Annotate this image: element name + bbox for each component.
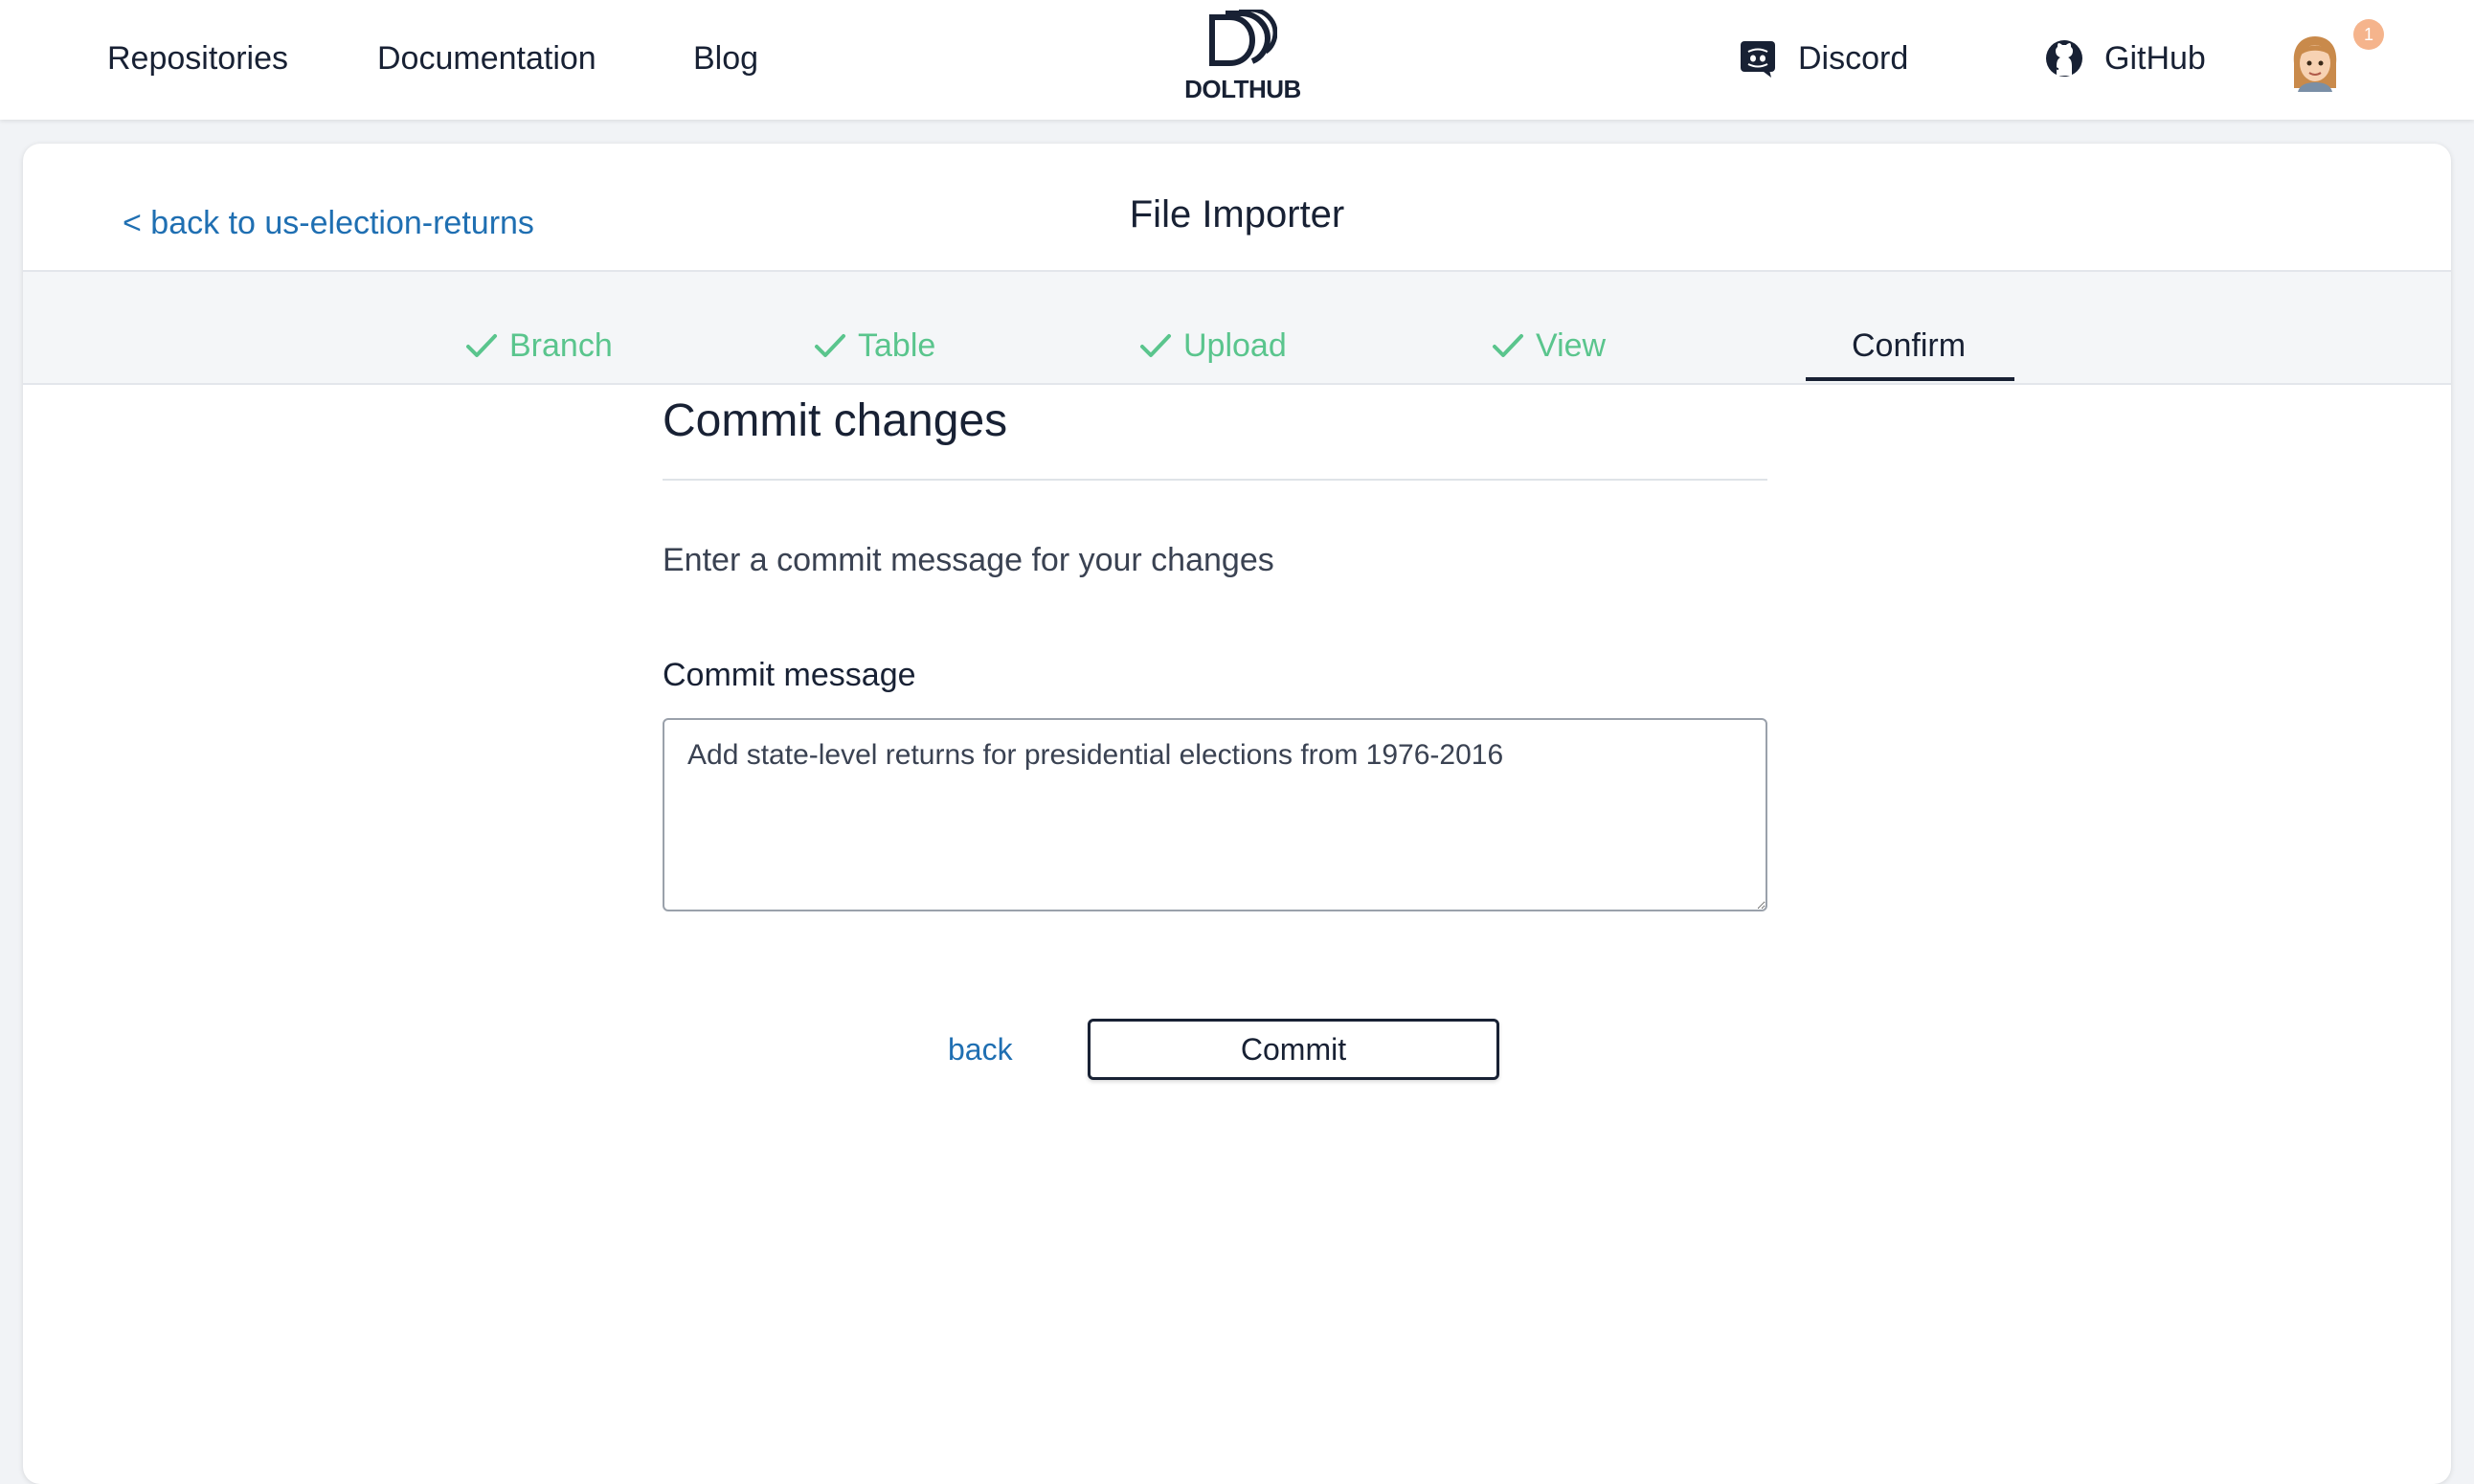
- avatar-icon: [2293, 36, 2337, 92]
- github-link[interactable]: GitHub: [2045, 36, 2206, 80]
- dolthub-logo-text: DOLTHUB: [1184, 75, 1301, 103]
- nav-blog-link[interactable]: Blog: [693, 36, 758, 80]
- commit-message-label: Commit message: [663, 657, 916, 693]
- user-avatar[interactable]: [2288, 34, 2342, 92]
- nav-documentation-link[interactable]: Documentation: [377, 36, 596, 80]
- active-step-underline: [1806, 377, 2014, 381]
- check-icon: [1140, 334, 1171, 357]
- step-confirm-label: Confirm: [1852, 326, 1967, 364]
- check-icon: [466, 334, 497, 357]
- commit-section-title: Commit changes: [663, 395, 1008, 446]
- card-header: < back to us-election-returns File Impor…: [23, 144, 2451, 272]
- back-button[interactable]: back: [948, 1032, 1013, 1068]
- check-icon: [815, 334, 845, 357]
- step-branch[interactable]: Branch: [465, 324, 613, 368]
- step-branch-label: Branch: [509, 326, 613, 364]
- step-table-label: Table: [858, 326, 936, 364]
- page-title: File Importer: [1129, 193, 1345, 236]
- github-label: GitHub: [2104, 39, 2206, 77]
- discord-icon: [1741, 41, 1775, 78]
- discord-link[interactable]: Discord: [1739, 36, 1908, 80]
- github-icon: [2046, 40, 2082, 77]
- step-confirm[interactable]: Confirm: [1852, 324, 1966, 368]
- section-divider: [663, 479, 1767, 481]
- dolthub-logo[interactable]: DOLTHUB: [1176, 10, 1310, 105]
- commit-description: Enter a commit message for your changes: [663, 542, 1274, 578]
- step-view[interactable]: View: [1492, 324, 1606, 368]
- steps-bar: Branch Table Upload View Confirm: [23, 272, 2451, 385]
- check-icon: [1493, 334, 1523, 357]
- step-upload-label: Upload: [1183, 326, 1287, 364]
- top-navbar: Repositories Documentation Blog DOLTHUB …: [0, 0, 2474, 120]
- discord-label: Discord: [1798, 39, 1909, 77]
- step-table[interactable]: Table: [814, 324, 935, 368]
- nav-repositories-link[interactable]: Repositories: [107, 36, 288, 80]
- step-view-label: View: [1536, 326, 1607, 364]
- commit-button[interactable]: Commit: [1088, 1019, 1499, 1080]
- commit-message-textarea[interactable]: Add state-level returns for presidential…: [663, 718, 1767, 911]
- dolthub-logo-icon: [1209, 10, 1277, 66]
- notification-badge[interactable]: 1: [2353, 19, 2384, 50]
- step-upload[interactable]: Upload: [1139, 324, 1287, 368]
